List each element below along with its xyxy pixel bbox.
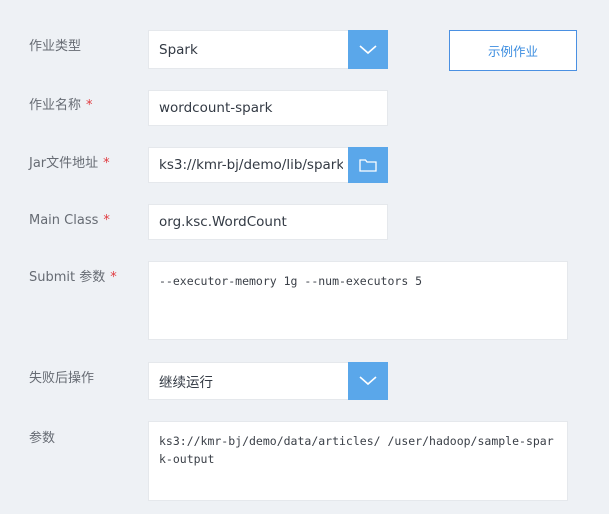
- main-class-value: org.ksc.WordCount: [159, 214, 287, 230]
- jar-path-label: Jar文件地址 *: [29, 156, 110, 172]
- chevron-down-icon: [359, 44, 377, 54]
- folder-icon: [359, 159, 377, 172]
- required-marker: *: [110, 270, 117, 285]
- job-type-label: 作业类型: [29, 39, 81, 55]
- jar-path-label-text: Jar文件地址: [29, 156, 99, 171]
- main-class-label: Main Class *: [29, 213, 110, 229]
- job-name-label: 作业名称 *: [29, 98, 93, 114]
- params-label: 参数: [29, 431, 55, 447]
- required-marker: *: [103, 156, 110, 171]
- main-class-label-text: Main Class: [29, 213, 99, 228]
- jar-path-input[interactable]: ks3://kmr-bj/demo/lib/spark_wordcount.ja…: [148, 147, 388, 183]
- job-type-dropdown-button[interactable]: [348, 30, 388, 69]
- submit-params-label-text: Submit 参数: [29, 270, 106, 285]
- job-name-value: wordcount-spark: [159, 100, 273, 116]
- required-marker: *: [86, 98, 93, 113]
- submit-params-label: Submit 参数 *: [29, 270, 117, 286]
- job-type-select[interactable]: Spark: [148, 30, 388, 69]
- job-name-input[interactable]: wordcount-spark: [148, 90, 388, 126]
- chevron-down-icon: [359, 376, 377, 386]
- job-type-label-text: 作业类型: [29, 39, 82, 54]
- jar-path-value: ks3://kmr-bj/demo/lib/spark_wordcount.ja…: [159, 157, 343, 173]
- submit-params-value: --executor-memory 1g --num-executors 5: [159, 274, 423, 288]
- failure-action-label: 失败后操作: [29, 371, 94, 387]
- job-name-label-text: 作业名称: [29, 98, 82, 113]
- params-value: ks3://kmr-bj/demo/data/articles/ /user/h…: [159, 434, 554, 466]
- browse-button[interactable]: [348, 147, 388, 183]
- example-job-button[interactable]: 示例作业: [449, 30, 577, 71]
- failure-action-dropdown-button[interactable]: [348, 362, 388, 400]
- params-label-text: 参数: [29, 431, 56, 446]
- main-class-input[interactable]: org.ksc.WordCount: [148, 204, 388, 240]
- submit-params-textarea[interactable]: --executor-memory 1g --num-executors 5: [148, 261, 568, 340]
- failure-action-select[interactable]: 继续运行: [148, 362, 388, 400]
- required-marker: *: [103, 213, 110, 228]
- params-textarea[interactable]: ks3://kmr-bj/demo/data/articles/ /user/h…: [148, 421, 568, 501]
- failure-action-label-text: 失败后操作: [29, 371, 95, 386]
